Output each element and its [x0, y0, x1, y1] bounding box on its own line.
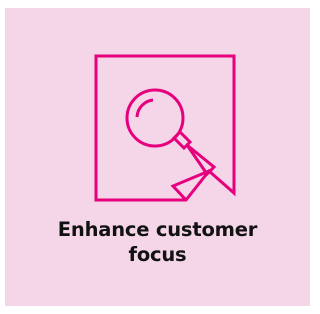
feature-caption: Enhance customer focus [5, 217, 310, 267]
document-outline [94, 54, 236, 202]
caption-line-2: focus [128, 243, 187, 266]
feature-card: Enhance customer focus [5, 8, 310, 306]
caption-line-1: Enhance customer [57, 218, 258, 241]
lens-highlight [135, 98, 154, 118]
magnifier-handle [185, 143, 217, 177]
magnifying-glass-document-icon [94, 54, 236, 202]
